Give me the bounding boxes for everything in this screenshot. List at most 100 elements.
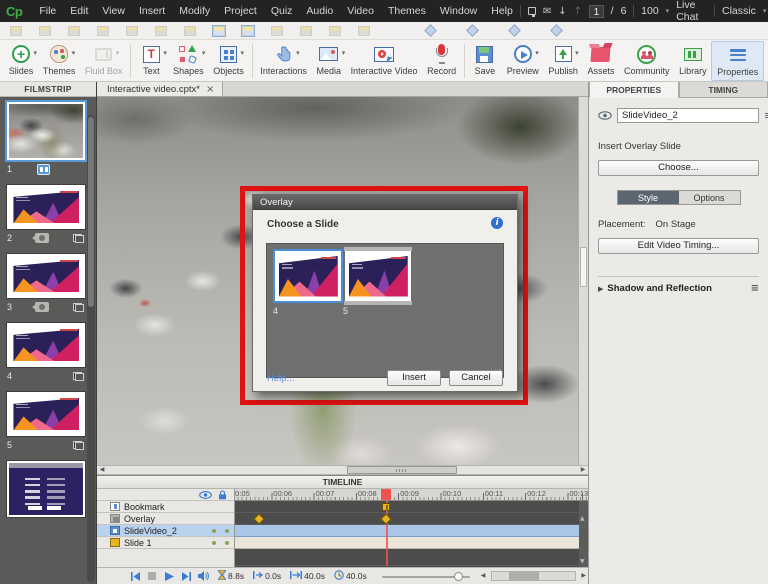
toolbar-media[interactable]: ▾ Media (312, 41, 346, 81)
filmstrip-slide-2[interactable]: 2 (7, 185, 86, 245)
chevron-down-icon[interactable]: ▾ (72, 49, 76, 57)
tab-options[interactable]: Options (679, 191, 740, 204)
quick-tool-icon[interactable] (329, 26, 341, 36)
toolbar-assets[interactable]: Assets (583, 41, 620, 81)
timeline-row-overlay[interactable]: Overlay (97, 513, 234, 525)
diamond-marker[interactable] (380, 513, 391, 524)
scrollbar-thumb[interactable] (347, 466, 457, 474)
mail-icon[interactable]: ✉ (543, 6, 551, 17)
chevron-down-icon[interactable]: ▾ (34, 49, 38, 57)
menu-project[interactable]: Project (217, 5, 264, 17)
track-slide-1[interactable] (235, 537, 588, 549)
timeline-vertical-scrollbar[interactable]: ▲ ▼ (579, 501, 588, 567)
menu-help[interactable]: Help (484, 5, 520, 17)
layer-tool-icon[interactable] (424, 24, 437, 37)
toolbar-community[interactable]: Community (619, 41, 674, 81)
edit-video-timing-button[interactable]: Edit Video Timing... (598, 238, 759, 254)
toolbar-interactive-video[interactable]: Interactive Video (346, 41, 422, 81)
previous-slide-icon[interactable]: ↓ (558, 6, 566, 17)
toolbar-text[interactable]: T▾ Text (134, 41, 168, 81)
section-menu-icon[interactable]: ≡ (751, 284, 759, 294)
play-icon[interactable] (163, 571, 175, 582)
toolbar-themes[interactable]: ▾ Themes (38, 41, 80, 81)
menu-file[interactable]: File (32, 5, 63, 17)
menu-audio[interactable]: Audio (299, 5, 340, 17)
track-overlay[interactable] (235, 513, 588, 525)
toolbar-objects[interactable]: ▾ Objects (208, 41, 248, 81)
toolbar-library[interactable]: Library (674, 41, 711, 81)
scroll-right-icon[interactable]: ▶ (581, 572, 586, 579)
dialog-slide-5[interactable] (345, 251, 411, 301)
layer-tool-icon[interactable] (550, 24, 563, 37)
quick-tool-icon[interactable] (213, 26, 225, 36)
quick-tool-icon[interactable] (271, 26, 283, 36)
timeline-title[interactable]: TIMELINE (97, 476, 588, 489)
slider-thumb[interactable] (454, 572, 463, 581)
quick-tool-icon[interactable] (155, 26, 167, 36)
chevron-down-icon[interactable]: ▾ (342, 49, 346, 57)
timeline-scrollbar[interactable]: ◀▶ (481, 571, 586, 581)
layer-tool-icon[interactable] (466, 24, 479, 37)
menu-view[interactable]: View (95, 5, 132, 17)
dialog-slide-4[interactable] (275, 251, 341, 301)
chevron-down-icon[interactable]: ▾ (163, 49, 167, 57)
quick-tool-icon[interactable] (97, 26, 109, 36)
zoom-dropdown-icon[interactable]: ▾ (666, 7, 670, 15)
row-toggle-dots[interactable] (212, 541, 229, 545)
bookmark-marker[interactable] (382, 503, 390, 511)
quick-tool-icon[interactable] (10, 26, 22, 36)
scroll-left-icon[interactable]: ◀ (481, 572, 486, 579)
scroll-left-icon[interactable]: ◀ (97, 466, 107, 474)
chevron-down-icon[interactable]: ▾ (535, 49, 539, 57)
quick-tool-icon[interactable] (242, 26, 254, 36)
toolbar-slides[interactable]: +▾ Slides (4, 41, 38, 81)
filmstrip-slide-1[interactable]: 1 (7, 102, 86, 176)
track-slidevideo-2[interactable] (235, 525, 588, 537)
zoom-value[interactable]: 100 (641, 5, 659, 17)
quick-tool-icon[interactable] (184, 26, 196, 36)
stage-vertical-scrollbar[interactable] (578, 97, 588, 465)
timeline-row-bookmark[interactable]: Bookmark (97, 501, 234, 513)
eye-icon[interactable] (598, 111, 612, 120)
go-to-start-icon[interactable] (129, 571, 141, 582)
insert-button[interactable]: Insert (387, 370, 441, 386)
workspace-select[interactable]: Classic (722, 5, 756, 17)
timeline-ruler[interactable]: 00:0500:0600:0700:0800:0900:1000:1100:12… (235, 489, 588, 501)
expand-arrow-icon[interactable]: ▶ (598, 285, 603, 293)
slide-chooser-list[interactable]: 4 5 (266, 243, 504, 378)
cancel-button[interactable]: Cancel (449, 370, 503, 386)
playhead-line[interactable] (386, 501, 388, 566)
menu-video[interactable]: Video (340, 5, 381, 17)
next-slide-icon[interactable]: ↑ (574, 6, 582, 17)
slide-number-field[interactable]: 1 (589, 5, 604, 18)
tab-timing[interactable]: TIMING (679, 82, 768, 98)
toolbar-publish[interactable]: ▾ Publish (544, 41, 583, 81)
chevron-down-icon[interactable]: ▾ (575, 49, 579, 57)
chevron-down-icon[interactable]: ▾ (202, 49, 206, 57)
stage-horizontal-scrollbar[interactable]: ◀ ▶ (97, 465, 588, 475)
scroll-right-icon[interactable]: ▶ (578, 466, 588, 474)
workspace-dropdown-icon[interactable]: ▾ (763, 7, 767, 15)
chevron-down-icon[interactable]: ▾ (116, 49, 120, 57)
filmstrip-slide-5[interactable]: 5 (7, 392, 86, 452)
layer-tool-icon[interactable] (508, 24, 521, 37)
filmstrip-slide-4[interactable]: 4 (7, 323, 86, 383)
track-bookmark[interactable] (235, 501, 588, 513)
scrollbar-thumb[interactable] (509, 572, 539, 580)
toolbar-properties[interactable]: Properties (711, 41, 764, 81)
dialog-title-bar[interactable]: Overlay (253, 195, 517, 210)
chevron-down-icon[interactable]: ▾ (296, 49, 300, 57)
eye-icon[interactable] (199, 491, 212, 499)
document-tab[interactable]: Interactive video.cptx* × (97, 82, 223, 96)
chevron-down-icon[interactable]: ▾ (241, 49, 245, 57)
capture-icon[interactable] (528, 7, 536, 15)
toolbar-record[interactable]: Record (422, 41, 461, 81)
scroll-up-icon[interactable]: ▲ (580, 515, 585, 522)
filmstrip-slide-3[interactable]: 3 (7, 254, 86, 314)
menu-themes[interactable]: Themes (381, 5, 433, 17)
tab-properties[interactable]: PROPERTIES (589, 82, 679, 98)
menu-edit[interactable]: Edit (63, 5, 95, 17)
timeline-row-slide-1[interactable]: Slide 1 (97, 537, 234, 549)
quick-tool-icon[interactable] (358, 26, 370, 36)
menu-insert[interactable]: Insert (132, 5, 172, 17)
